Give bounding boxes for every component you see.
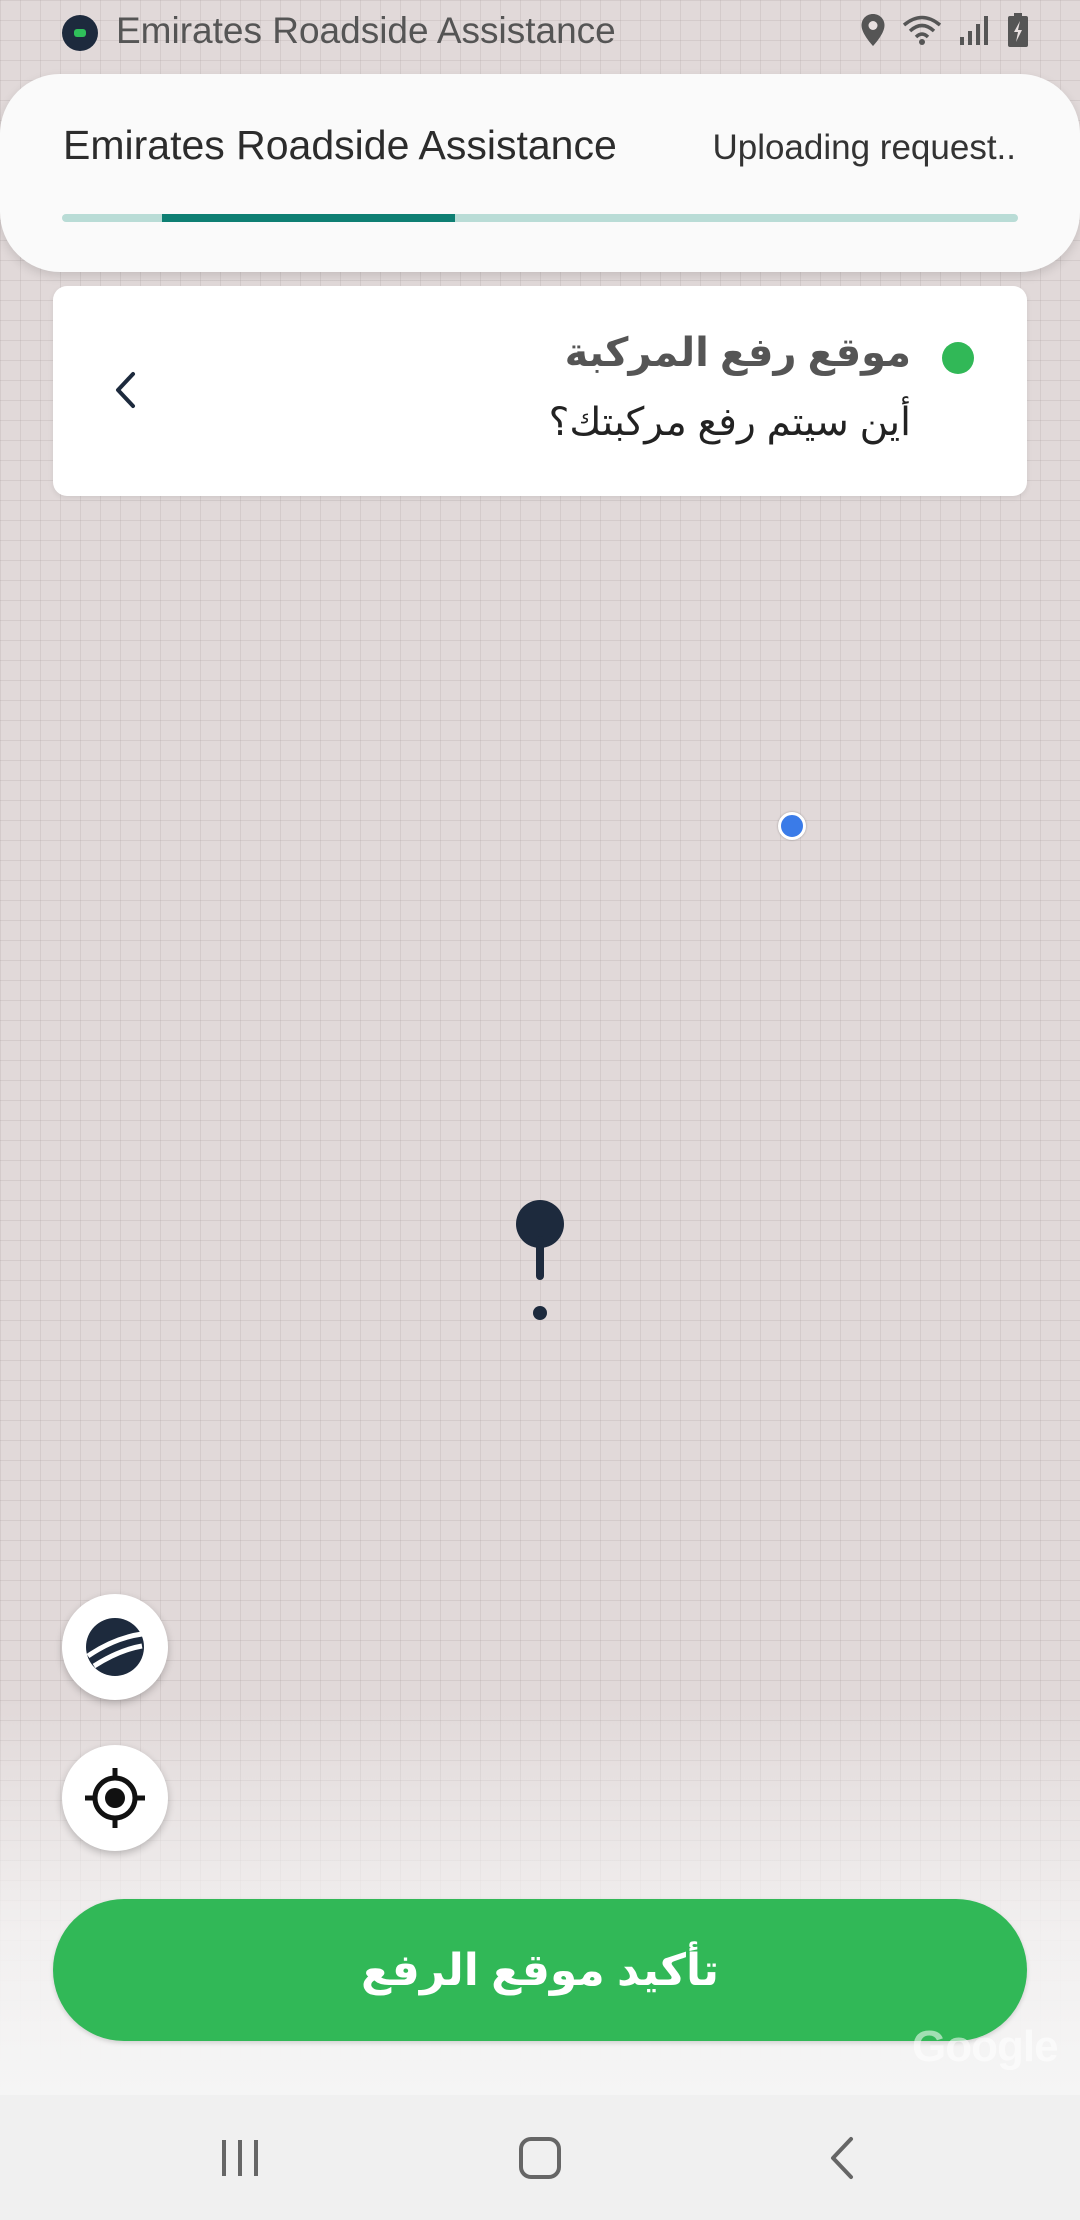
google-watermark: Google xyxy=(912,2022,1059,2071)
confirm-pickup-location-button[interactable]: تأكيد موقع الرفع xyxy=(53,1899,1027,2041)
status-dot-icon xyxy=(942,342,974,374)
back-chevron-button[interactable] xyxy=(105,362,145,418)
back-icon xyxy=(831,2137,853,2179)
home-icon xyxy=(519,2137,561,2179)
battery-icon xyxy=(1008,13,1028,47)
my-location-button[interactable] xyxy=(62,1745,168,1851)
map-type-button[interactable] xyxy=(62,1594,168,1700)
back-button[interactable] xyxy=(812,2133,872,2183)
upload-progress-bar xyxy=(62,214,1018,222)
app-notification-icon xyxy=(62,15,98,51)
crosshair-icon xyxy=(85,1768,145,1828)
globe-icon xyxy=(86,1618,144,1676)
home-button[interactable] xyxy=(510,2133,570,2183)
upload-status-text: Uploading request.. xyxy=(712,128,1016,167)
signal-icon xyxy=(960,16,988,45)
location-icon xyxy=(861,14,885,46)
chevron-left-icon xyxy=(116,372,135,408)
recents-button[interactable] xyxy=(210,2133,270,2183)
map-pin-icon xyxy=(516,1200,564,1320)
location-subtitle: أين سيتم رفع مركبتك؟ xyxy=(548,401,911,444)
location-title: موقع رفع المركبة xyxy=(564,331,911,375)
upload-progress-fill xyxy=(162,214,455,222)
pickup-location-card: موقع رفع المركبة أين سيتم رفع مركبتك؟ xyxy=(53,286,1027,496)
current-location-dot xyxy=(778,812,806,840)
recents-icon xyxy=(222,2140,258,2176)
header-card: Emirates Roadside Assistance Uploading r… xyxy=(0,74,1080,272)
system-nav-bar xyxy=(0,2095,1080,2220)
status-bar-app-title: Emirates Roadside Assistance xyxy=(116,10,616,51)
status-bar: Emirates Roadside Assistance xyxy=(0,0,1080,66)
header-title: Emirates Roadside Assistance xyxy=(63,122,617,168)
wifi-icon xyxy=(902,15,942,45)
status-icons xyxy=(860,12,1030,48)
